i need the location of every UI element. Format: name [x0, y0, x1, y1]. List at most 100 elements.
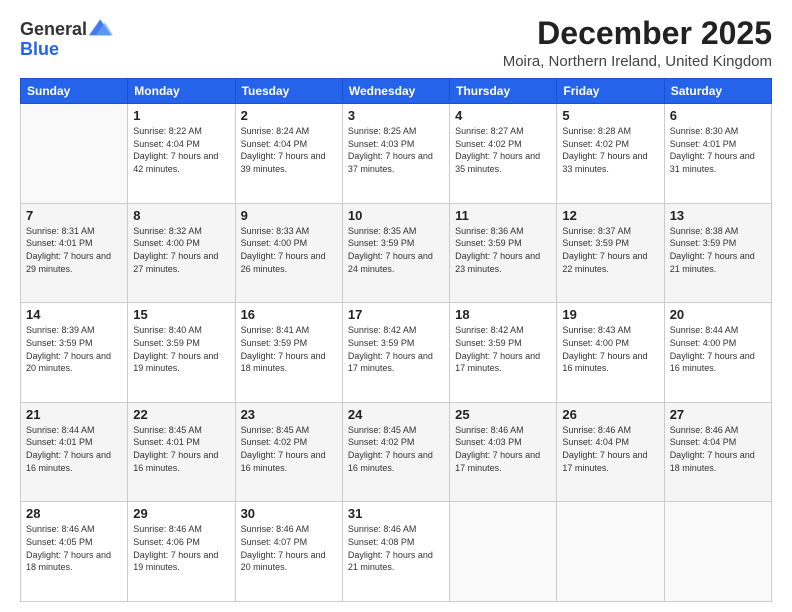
- day-info: Sunrise: 8:44 AMSunset: 4:00 PMDaylight:…: [670, 324, 766, 374]
- day-info: Sunrise: 8:31 AMSunset: 4:01 PMDaylight:…: [26, 225, 122, 275]
- day-info: Sunrise: 8:46 AMSunset: 4:04 PMDaylight:…: [562, 424, 658, 474]
- day-info: Sunrise: 8:43 AMSunset: 4:00 PMDaylight:…: [562, 324, 658, 374]
- day-info: Sunrise: 8:39 AMSunset: 3:59 PMDaylight:…: [26, 324, 122, 374]
- calendar-cell: [21, 104, 128, 204]
- day-number: 4: [455, 108, 551, 123]
- day-number: 18: [455, 307, 551, 322]
- day-number: 28: [26, 506, 122, 521]
- day-number: 1: [133, 108, 229, 123]
- calendar-cell: 14 Sunrise: 8:39 AMSunset: 3:59 PMDayligh…: [21, 303, 128, 403]
- day-number: 30: [241, 506, 337, 521]
- day-info: Sunrise: 8:46 AMSunset: 4:07 PMDaylight:…: [241, 523, 337, 573]
- day-number: 10: [348, 208, 444, 223]
- day-number: 17: [348, 307, 444, 322]
- weekday-header-friday: Friday: [557, 79, 664, 104]
- month-title: December 2025: [503, 16, 772, 51]
- calendar-cell: 18Sunrise: 8:42 AMSunset: 3:59 PMDayligh…: [450, 303, 557, 403]
- day-info: Sunrise: 8:27 AMSunset: 4:02 PMDaylight:…: [455, 125, 551, 175]
- day-info: Sunrise: 8:46 AMSunset: 4:08 PMDaylight:…: [348, 523, 444, 573]
- day-info: Sunrise: 8:41 AMSunset: 3:59 PMDaylight:…: [241, 324, 337, 374]
- day-info: Sunrise: 8:35 AMSunset: 3:59 PMDaylight:…: [348, 225, 444, 275]
- calendar-cell: [664, 502, 771, 602]
- calendar-cell: 4 Sunrise: 8:27 AMSunset: 4:02 PMDaylight…: [450, 104, 557, 204]
- day-info: Sunrise: 8:44 AMSunset: 4:01 PMDaylight:…: [26, 424, 122, 474]
- day-number: 12: [562, 208, 658, 223]
- day-info: Sunrise: 8:46 AMSunset: 4:04 PMDaylight:…: [670, 424, 766, 474]
- logo: General Blue: [20, 20, 113, 60]
- calendar-cell: 24Sunrise: 8:45 AMSunset: 4:02 PMDayligh…: [342, 402, 449, 502]
- day-number: 13: [670, 208, 766, 223]
- calendar-cell: 6 Sunrise: 8:30 AMSunset: 4:01 PMDaylight…: [664, 104, 771, 204]
- weekday-header-wednesday: Wednesday: [342, 79, 449, 104]
- calendar-week-row: 7 Sunrise: 8:31 AMSunset: 4:01 PMDaylight…: [21, 203, 772, 303]
- day-number: 26: [562, 407, 658, 422]
- calendar-cell: [557, 502, 664, 602]
- calendar-cell: 15 Sunrise: 8:40 AMSunset: 3:59 PMDayligh…: [128, 303, 235, 403]
- day-number: 15: [133, 307, 229, 322]
- day-info: Sunrise: 8:30 AMSunset: 4:01 PMDaylight:…: [670, 125, 766, 175]
- day-number: 19: [562, 307, 658, 322]
- calendar-cell: 29 Sunrise: 8:46 AMSunset: 4:06 PMDayligh…: [128, 502, 235, 602]
- day-number: 6: [670, 108, 766, 123]
- day-info: Sunrise: 8:37 AMSunset: 3:59 PMDaylight:…: [562, 225, 658, 275]
- day-number: 29: [133, 506, 229, 521]
- weekday-header-saturday: Saturday: [664, 79, 771, 104]
- calendar-cell: [450, 502, 557, 602]
- day-info: Sunrise: 8:45 AMSunset: 4:01 PMDaylight:…: [133, 424, 229, 474]
- day-number: 3: [348, 108, 444, 123]
- logo-blue-text: Blue: [20, 40, 113, 60]
- calendar-cell: 8 Sunrise: 8:32 AMSunset: 4:00 PMDaylight…: [128, 203, 235, 303]
- calendar-cell: 16Sunrise: 8:41 AMSunset: 3:59 PMDayligh…: [235, 303, 342, 403]
- title-block: December 2025 Moira, Northern Ireland, U…: [503, 16, 772, 70]
- calendar-cell: 30 Sunrise: 8:46 AMSunset: 4:07 PMDayligh…: [235, 502, 342, 602]
- day-info: Sunrise: 8:28 AMSunset: 4:02 PMDaylight:…: [562, 125, 658, 175]
- day-info: Sunrise: 8:22 AMSunset: 4:04 PMDaylight:…: [133, 125, 229, 175]
- logo-icon: [89, 19, 113, 39]
- day-info: Sunrise: 8:45 AMSunset: 4:02 PMDaylight:…: [241, 424, 337, 474]
- day-number: 9: [241, 208, 337, 223]
- calendar-cell: 25Sunrise: 8:46 AMSunset: 4:03 PMDayligh…: [450, 402, 557, 502]
- day-number: 21: [26, 407, 122, 422]
- day-number: 23: [241, 407, 337, 422]
- day-info: Sunrise: 8:32 AMSunset: 4:00 PMDaylight:…: [133, 225, 229, 275]
- calendar-cell: 23 Sunrise: 8:45 AMSunset: 4:02 PMDayligh…: [235, 402, 342, 502]
- calendar-cell: 3 Sunrise: 8:25 AMSunset: 4:03 PMDaylight…: [342, 104, 449, 204]
- day-number: 2: [241, 108, 337, 123]
- day-info: Sunrise: 8:42 AMSunset: 3:59 PMDaylight:…: [348, 324, 444, 374]
- calendar-cell: 20 Sunrise: 8:44 AMSunset: 4:00 PMDayligh…: [664, 303, 771, 403]
- logo-general-text: General: [20, 20, 87, 40]
- day-number: 7: [26, 208, 122, 223]
- day-number: 11: [455, 208, 551, 223]
- calendar-cell: 19 Sunrise: 8:43 AMSunset: 4:00 PMDayligh…: [557, 303, 664, 403]
- day-info: Sunrise: 8:24 AMSunset: 4:04 PMDaylight:…: [241, 125, 337, 175]
- calendar-cell: 21 Sunrise: 8:44 AMSunset: 4:01 PMDayligh…: [21, 402, 128, 502]
- page: General Blue December 2025 Moira, Northe…: [0, 0, 792, 612]
- calendar-cell: 2 Sunrise: 8:24 AMSunset: 4:04 PMDaylight…: [235, 104, 342, 204]
- day-info: Sunrise: 8:40 AMSunset: 3:59 PMDaylight:…: [133, 324, 229, 374]
- day-number: 5: [562, 108, 658, 123]
- day-number: 31: [348, 506, 444, 521]
- calendar-week-row: 21 Sunrise: 8:44 AMSunset: 4:01 PMDayligh…: [21, 402, 772, 502]
- calendar-cell: 11Sunrise: 8:36 AMSunset: 3:59 PMDayligh…: [450, 203, 557, 303]
- day-number: 25: [455, 407, 551, 422]
- day-number: 22: [133, 407, 229, 422]
- calendar-cell: 26 Sunrise: 8:46 AMSunset: 4:04 PMDayligh…: [557, 402, 664, 502]
- calendar-week-row: 1 Sunrise: 8:22 AMSunset: 4:04 PMDaylight…: [21, 104, 772, 204]
- location: Moira, Northern Ireland, United Kingdom: [503, 53, 772, 70]
- weekday-header-sunday: Sunday: [21, 79, 128, 104]
- calendar-cell: 22 Sunrise: 8:45 AMSunset: 4:01 PMDayligh…: [128, 402, 235, 502]
- day-number: 20: [670, 307, 766, 322]
- day-number: 8: [133, 208, 229, 223]
- day-info: Sunrise: 8:38 AMSunset: 3:59 PMDaylight:…: [670, 225, 766, 275]
- weekday-header-thursday: Thursday: [450, 79, 557, 104]
- calendar-cell: 28Sunrise: 8:46 AMSunset: 4:05 PMDayligh…: [21, 502, 128, 602]
- day-info: Sunrise: 8:33 AMSunset: 4:00 PMDaylight:…: [241, 225, 337, 275]
- calendar-cell: 9 Sunrise: 8:33 AMSunset: 4:00 PMDaylight…: [235, 203, 342, 303]
- day-number: 27: [670, 407, 766, 422]
- day-number: 14: [26, 307, 122, 322]
- calendar-cell: 27 Sunrise: 8:46 AMSunset: 4:04 PMDayligh…: [664, 402, 771, 502]
- weekday-header-row: SundayMondayTuesdayWednesdayThursdayFrid…: [21, 79, 772, 104]
- day-info: Sunrise: 8:25 AMSunset: 4:03 PMDaylight:…: [348, 125, 444, 175]
- day-info: Sunrise: 8:46 AMSunset: 4:06 PMDaylight:…: [133, 523, 229, 573]
- calendar-cell: 10 Sunrise: 8:35 AMSunset: 3:59 PMDayligh…: [342, 203, 449, 303]
